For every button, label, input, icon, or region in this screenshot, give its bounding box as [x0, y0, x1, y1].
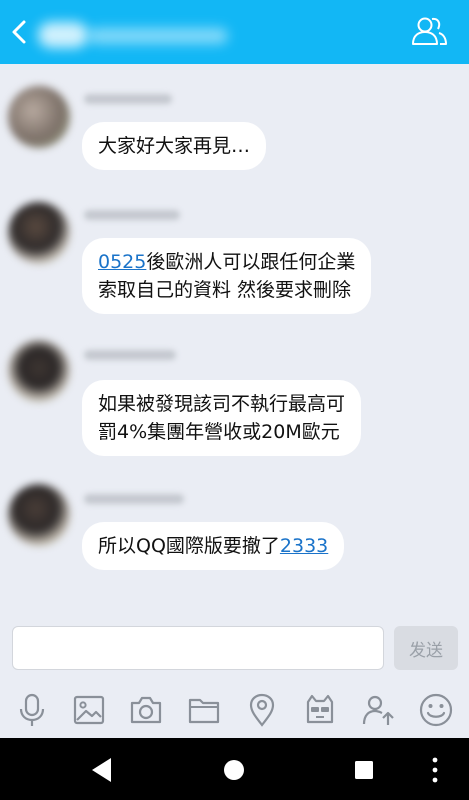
send-button[interactable]: 发送 — [394, 626, 458, 670]
date-link[interactable]: 0525 — [98, 251, 146, 273]
sender-name-blurred — [84, 494, 184, 504]
avatar[interactable] — [8, 86, 70, 148]
microphone-icon[interactable] — [14, 692, 50, 728]
emoji-icon[interactable] — [418, 692, 454, 728]
message-bubble[interactable]: 如果被發現該司不執行最高可 罰4%集團年營收或20M歐元 — [82, 380, 362, 456]
message-text: 所以QQ國際版要撤了 — [98, 535, 280, 557]
image-icon[interactable] — [71, 692, 107, 728]
sender-name-blurred — [84, 210, 180, 220]
nav-menu-icon[interactable] — [428, 755, 442, 785]
system-navigation-bar — [0, 738, 469, 800]
laugh-link[interactable]: 2333 — [280, 535, 328, 557]
chat-message-list[interactable]: 大家好大家再見… 0525後歐洲人可以跟任何企業 索取自己的資料 然後要求刪除 … — [0, 64, 469, 616]
sender-name-blurred — [84, 350, 176, 360]
chat-toolbar — [0, 686, 469, 738]
message-text: 大家好大家再見… — [98, 135, 251, 157]
chat-title-blurred — [38, 20, 238, 50]
sticker-icon[interactable] — [302, 692, 338, 728]
avatar[interactable] — [8, 484, 70, 546]
message-bubble[interactable]: 0525後歐洲人可以跟任何企業 索取自己的資料 然後要求刪除 — [82, 238, 372, 314]
nav-home-icon[interactable] — [219, 755, 249, 785]
message-input[interactable] — [12, 626, 384, 670]
message-text-line: 罰4%集團年營收或20M歐元 — [98, 421, 340, 443]
chat-header — [0, 0, 469, 64]
message-input-bar: 发送 — [0, 616, 469, 686]
message-bubble[interactable]: 大家好大家再見… — [82, 122, 267, 170]
avatar[interactable] — [8, 202, 70, 264]
contact-share-icon[interactable] — [360, 692, 396, 728]
message-bubble[interactable]: 所以QQ國際版要撤了2333 — [82, 522, 345, 570]
group-members-icon[interactable] — [409, 14, 449, 48]
folder-icon[interactable] — [186, 692, 222, 728]
location-icon[interactable] — [244, 692, 280, 728]
message-text: 後歐洲人可以跟任何企業 — [146, 251, 356, 273]
sender-name-blurred — [84, 94, 172, 104]
message-text: 如果被發現該司不執行最高可 — [98, 393, 346, 415]
nav-back-icon[interactable] — [88, 755, 118, 785]
avatar[interactable] — [8, 340, 70, 402]
message-text-line: 索取自己的資料 然後要求刪除 — [98, 279, 352, 301]
nav-recents-icon[interactable] — [349, 755, 379, 785]
back-arrow-icon[interactable] — [8, 16, 32, 48]
camera-icon[interactable] — [128, 692, 164, 728]
